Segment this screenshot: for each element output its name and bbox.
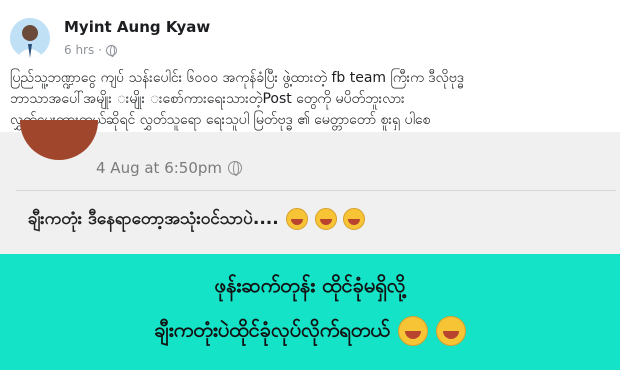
laughing-tears-emoji bbox=[314, 208, 337, 230]
globe-icon bbox=[228, 161, 243, 176]
post-time[interactable]: 6 hrs bbox=[64, 43, 94, 57]
screenshot-comment: ချီးကတုံး ဒီနေရာတော့အသုံးဝင်သာပဲ.... bbox=[28, 208, 366, 233]
banner-line-2-text: ချီးကတုံးပဲထိုင်ခုံလုပ်လိုက်ရတယ် bbox=[154, 317, 390, 342]
comment-text: ချီးကတုံး ဒီနေရာတော့အသုံးဝင်သာပဲ.... bbox=[28, 209, 279, 229]
laughing-tears-emoji bbox=[435, 316, 466, 346]
caption-line: ဘာသာအပေါ်အမျိုး းမျိုး းစော်ကားရေးသားတဲ့… bbox=[10, 91, 405, 107]
divider bbox=[16, 190, 616, 191]
globe-icon bbox=[106, 44, 118, 57]
laughing-tears-emoji bbox=[285, 208, 308, 230]
caption-line: လွှတ်ပေးထားတယ်ဆိုရင် လွှတ်သူရော ရေးသူပါ … bbox=[10, 112, 431, 128]
meta-separator: · bbox=[98, 43, 103, 57]
post-caption: ပြည်သူ့ဘဏ္ဍာငွေ ကျပ် သန်းပေါင်း ၆၀၀၀ အကု… bbox=[10, 68, 610, 131]
post-meta: 6 hrs · bbox=[64, 43, 118, 57]
author-name[interactable]: Myint Aung Kyaw bbox=[64, 18, 210, 36]
post-header: Myint Aung Kyaw 6 hrs · bbox=[0, 0, 620, 68]
screenshot-avatar bbox=[20, 120, 98, 160]
laughing-tears-emoji bbox=[397, 316, 428, 346]
screenshot-time-text: 4 Aug at 6:50pm bbox=[96, 159, 223, 177]
caption-line: ပြည်သူ့ဘဏ္ဍာငွေ ကျပ် သန်းပေါင်း ၆၀၀၀ အကု… bbox=[10, 70, 464, 86]
screenshot-timestamp: 4 Aug at 6:50pm bbox=[96, 159, 243, 177]
banner-line-2: ချီးကတုံးပဲထိုင်ခုံလုပ်လိုက်ရတယ် bbox=[0, 316, 620, 347]
banner-line-1: ဖုန်းဆက်တုန်း ထိုင်ခုံမရှိလို့ bbox=[214, 273, 406, 297]
meme-banner: ဖုန်းဆက်တုန်း ထိုင်ခုံမရှိလို့ ချီးကတုံး… bbox=[0, 254, 620, 370]
laughing-tears-emoji bbox=[343, 208, 366, 230]
avatar[interactable] bbox=[10, 18, 50, 58]
